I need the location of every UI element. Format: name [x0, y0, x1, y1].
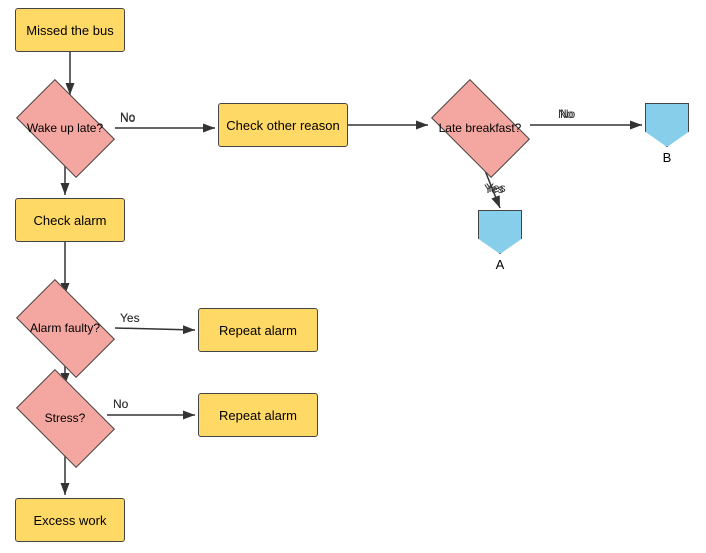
no-label-3: No: [113, 397, 129, 411]
wake-up-late-node: Wake up late?: [15, 98, 115, 158]
repeat-alarm-2-node: Repeat alarm: [198, 393, 318, 437]
excess-work-label: Excess work: [34, 513, 107, 528]
excess-work-node: Excess work: [15, 498, 125, 542]
svg-text:No: No: [113, 397, 129, 411]
connector-b-node: B: [645, 103, 689, 165]
missed-the-bus-node: Missed the bus: [15, 8, 125, 52]
svg-text:No: No: [560, 107, 576, 121]
no-label-2: No: [558, 107, 574, 121]
alarm-faulty-label: Alarm faulty?: [30, 321, 100, 335]
repeat-alarm-2-label: Repeat alarm: [219, 408, 297, 423]
wake-up-late-label: Wake up late?: [27, 121, 103, 135]
stress-node: Stress?: [15, 388, 115, 448]
check-other-reason-node: Check other reason: [218, 103, 348, 147]
alarm-faulty-node: Alarm faulty?: [15, 298, 115, 358]
svg-text:Yes: Yes: [486, 181, 506, 195]
check-alarm-node: Check alarm: [15, 198, 125, 242]
connector-b-label: B: [663, 150, 672, 165]
check-alarm-label: Check alarm: [34, 213, 107, 228]
repeat-alarm-1-node: Repeat alarm: [198, 308, 318, 352]
late-breakfast-node: Late breakfast?: [430, 98, 530, 158]
yes-label-2: Yes: [120, 311, 140, 325]
yes-label-1: Yes: [484, 182, 504, 196]
no-label-1: No: [120, 111, 136, 125]
missed-the-bus-label: Missed the bus: [26, 23, 113, 38]
check-other-reason-label: Check other reason: [226, 118, 339, 133]
repeat-alarm-1-label: Repeat alarm: [219, 323, 297, 338]
late-breakfast-label: Late breakfast?: [439, 121, 522, 135]
svg-text:Yes: Yes: [120, 311, 140, 325]
flowchart: No No Yes Yes No No No Yes Yes No Missed…: [0, 0, 706, 553]
stress-label: Stress?: [45, 411, 86, 425]
connector-a-node: A: [478, 210, 522, 272]
connector-a-label: A: [496, 257, 505, 272]
svg-text:No: No: [120, 110, 136, 124]
